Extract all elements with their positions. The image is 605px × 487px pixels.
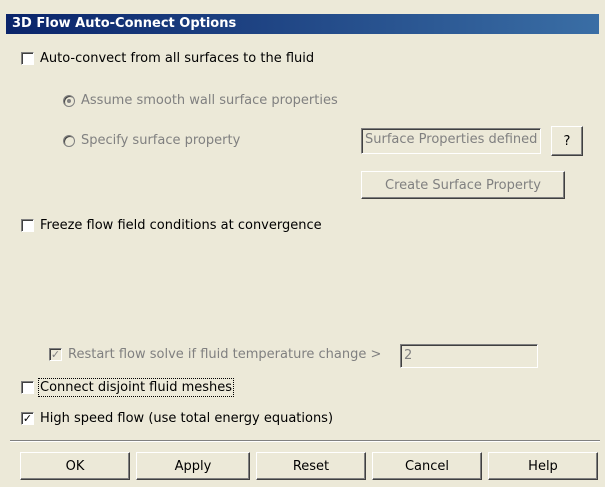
dialog-title: 3D Flow Auto-Connect Options bbox=[6, 14, 599, 34]
auto-convect-option[interactable]: Auto-convect from all surfaces to the fl… bbox=[21, 51, 314, 66]
assume-smooth-label: Assume smooth wall surface properties bbox=[81, 93, 338, 108]
high-speed-option[interactable]: ✓ High speed flow (use total energy equa… bbox=[21, 411, 333, 426]
freeze-option[interactable]: Freeze flow field conditions at converge… bbox=[21, 218, 322, 233]
radio-selected-dot bbox=[67, 98, 71, 103]
assume-smooth-option[interactable]: Assume smooth wall surface properties bbox=[63, 93, 338, 108]
restart-label: Restart flow solve if fluid temperature … bbox=[68, 347, 382, 362]
surface-properties-field[interactable]: Surface Properties defined bbox=[361, 128, 541, 154]
assume-smooth-radio[interactable] bbox=[63, 94, 75, 107]
auto-convect-label: Auto-convect from all surfaces to the fl… bbox=[40, 51, 315, 66]
high-speed-checkbox[interactable]: ✓ bbox=[21, 412, 34, 425]
apply-button[interactable]: Apply bbox=[136, 452, 250, 480]
freeze-checkbox[interactable] bbox=[21, 219, 34, 232]
specify-surface-radio[interactable] bbox=[63, 134, 75, 147]
ok-button[interactable]: OK bbox=[20, 452, 130, 480]
freeze-label: Freeze flow field conditions at converge… bbox=[40, 218, 322, 233]
specify-surface-option[interactable]: Specify surface property bbox=[63, 133, 240, 148]
auto-convect-checkbox[interactable] bbox=[21, 52, 34, 65]
connect-disjoint-checkbox[interactable] bbox=[21, 381, 34, 394]
high-speed-label: High speed flow (use total energy equati… bbox=[40, 411, 334, 426]
restart-option[interactable]: ✓ Restart flow solve if fluid temperatur… bbox=[49, 347, 381, 362]
specify-surface-label: Specify surface property bbox=[81, 133, 241, 148]
button-separator bbox=[10, 440, 600, 442]
help-button[interactable]: Help bbox=[488, 452, 598, 480]
cancel-button[interactable]: Cancel bbox=[372, 452, 482, 480]
restart-checkbox[interactable]: ✓ bbox=[49, 348, 62, 361]
restart-threshold-field[interactable]: 2 bbox=[400, 344, 538, 368]
reset-button[interactable]: Reset bbox=[256, 452, 366, 480]
connect-disjoint-label: Connect disjoint fluid meshes bbox=[37, 378, 235, 397]
connect-disjoint-option[interactable]: Connect disjoint fluid meshes bbox=[21, 378, 235, 397]
surface-help-button[interactable]: ? bbox=[551, 126, 583, 156]
create-surface-property-button[interactable]: Create Surface Property bbox=[361, 171, 565, 199]
